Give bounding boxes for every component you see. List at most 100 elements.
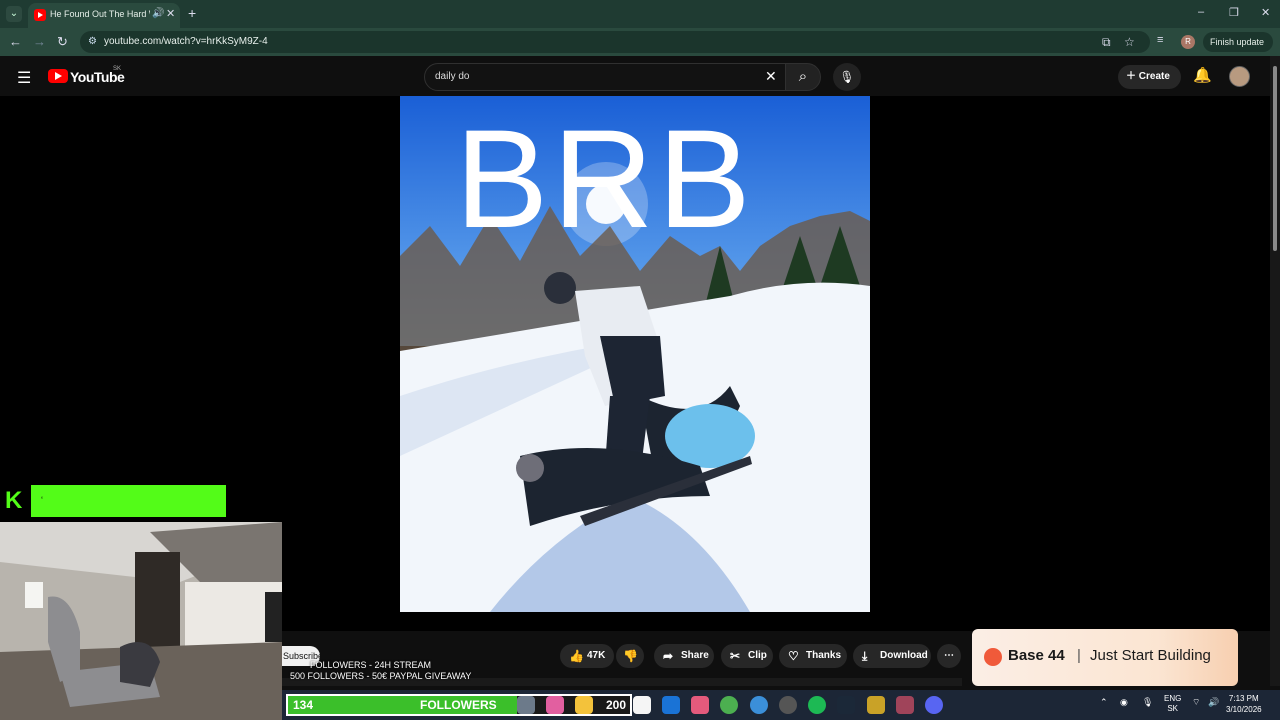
steam-icon[interactable] xyxy=(837,696,855,714)
chrome-icon[interactable] xyxy=(720,696,738,714)
thanks-button[interactable]: ♡ Thanks xyxy=(779,644,847,668)
youtube-header: ☰ YouTube SK daily do ✕ ⌕ 🎙 ＋ Create 🔔 xyxy=(0,56,1270,96)
chrome-profile-icon[interactable] xyxy=(750,696,768,714)
brb-overlay-text: BRB xyxy=(455,100,755,257)
volume-icon[interactable]: 🔊 xyxy=(1208,697,1219,708)
clear-search-icon[interactable]: ✕ xyxy=(765,68,777,85)
new-tab-icon[interactable]: + xyxy=(188,5,196,21)
obs-icon[interactable] xyxy=(779,696,797,714)
ad-tagline: Just Start Building xyxy=(1090,647,1211,664)
clock-date: 3/10/2026 xyxy=(1226,705,1262,714)
download-button[interactable]: ⤓ Download xyxy=(853,644,931,668)
reading-list-icon[interactable]: ≡ xyxy=(1157,34,1163,46)
bookmark-star-icon[interactable]: ☆ xyxy=(1124,35,1135,49)
outlook-icon[interactable] xyxy=(662,696,680,714)
minimize-icon[interactable]: – xyxy=(1198,6,1204,18)
search-icon: ⌕ xyxy=(798,68,808,85)
youtube-logo-icon[interactable] xyxy=(48,69,68,83)
thumbs-up-icon: 👍 xyxy=(569,649,584,663)
share-label: Share xyxy=(681,650,709,661)
goal-line-2: 500 FOLLOWERS - 50€ PAYPAL GIVEAWAY xyxy=(290,671,472,681)
thanks-label: Thanks xyxy=(806,650,842,661)
profile-avatar[interactable]: R xyxy=(1181,35,1195,49)
spotify-icon[interactable] xyxy=(808,696,826,714)
calendar-app-icon[interactable] xyxy=(633,696,651,714)
page-scrollbar[interactable] xyxy=(1270,56,1280,686)
wifi-icon[interactable]: ⌔ xyxy=(1192,697,1200,708)
clip-label: Clip xyxy=(748,650,767,661)
account-avatar[interactable] xyxy=(1229,66,1250,87)
tray-app-icon[interactable]: ◉ xyxy=(1120,697,1128,708)
screen: ⌄ He Found Out The Hard W 🔊 ✕ + – ❐ ✕ ← … xyxy=(0,0,1280,720)
site-info-icon[interactable]: ⚙ xyxy=(88,36,97,47)
browser-toolbar: ← → ↻ ⚙ youtube.com/watch?v=hrKkSyM9Z-4 … xyxy=(0,28,1280,67)
follower-current: 134 xyxy=(293,698,314,712)
language-indicator[interactable]: ENG SK xyxy=(1164,694,1181,714)
tab-close-icon[interactable]: ✕ xyxy=(166,7,175,20)
finish-update-button[interactable]: Finish update ⋮ xyxy=(1203,32,1273,67)
valorant-icon[interactable] xyxy=(896,696,914,714)
copilot-icon[interactable] xyxy=(546,696,564,714)
task-view-icon[interactable] xyxy=(517,696,535,714)
clock-time: 7:13 PM xyxy=(1228,694,1259,703)
tab-title: He Found Out The Hard W xyxy=(50,9,150,19)
browser-tab[interactable]: He Found Out The Hard W 🔊 ✕ xyxy=(28,3,180,28)
webcam-overlay xyxy=(0,522,282,720)
tab-search-icon[interactable]: ⌄ xyxy=(6,6,22,22)
like-count: 47K xyxy=(587,650,606,661)
goal-line-1: FOLLOWERS - 24H STREAM xyxy=(310,660,432,670)
youtube-favicon-icon xyxy=(34,9,46,21)
discord-icon[interactable] xyxy=(925,696,943,714)
dislike-button[interactable]: 👎 xyxy=(616,644,644,668)
plus-icon: ＋ xyxy=(1126,71,1136,82)
create-button[interactable]: ＋ Create xyxy=(1118,65,1181,89)
forward-icon[interactable]: → xyxy=(33,34,46,49)
kick-chat-bar: ‘ xyxy=(31,485,226,517)
microphone-tray-icon[interactable]: 🎙 xyxy=(1142,697,1153,708)
follower-goal-target: 200 xyxy=(606,698,627,712)
download-icon: ⤓ xyxy=(862,649,868,663)
follower-goals: FOLLOWERS - 24H STREAM 500 FOLLOWERS - 5… xyxy=(290,660,471,682)
search-value[interactable]: daily do xyxy=(435,71,469,82)
download-label: Download xyxy=(880,650,928,661)
kick-logo-icon: K xyxy=(5,487,23,514)
more-actions-button[interactable]: ⋯ xyxy=(937,644,961,668)
clip-button[interactable]: ✂ Clip xyxy=(721,644,773,668)
region-code: SK xyxy=(1167,704,1178,713)
country-code: SK xyxy=(113,66,122,72)
language-code: ENG xyxy=(1164,694,1182,703)
share-button[interactable]: ➦ Share xyxy=(654,644,714,668)
url-text[interactable]: youtube.com/watch?v=hrKkSyM9Z-4 xyxy=(104,36,268,47)
voice-search-icon[interactable]: 🎙 xyxy=(833,63,861,91)
finish-update-label: Finish update xyxy=(1210,37,1265,47)
follower-label: FOLLOWERS xyxy=(420,698,497,712)
restore-icon[interactable]: ❐ xyxy=(1229,6,1239,19)
search-button[interactable]: ⌕ xyxy=(785,63,821,91)
speaker-icon[interactable]: 🔊 xyxy=(152,8,164,19)
browser-tab-bar: ⌄ He Found Out The Hard W 🔊 ✕ + – ❐ ✕ xyxy=(0,0,1280,28)
tray-overflow-icon[interactable]: ⌃ xyxy=(1100,697,1108,708)
scrollbar-thumb[interactable] xyxy=(1273,66,1277,251)
game-app-icon[interactable] xyxy=(867,696,885,714)
more-icon: ⋯ xyxy=(944,650,954,661)
base44-logo-icon xyxy=(984,648,1002,666)
window-close-icon[interactable]: ✕ xyxy=(1261,6,1270,19)
thanks-icon: ♡ xyxy=(788,649,799,663)
install-app-icon[interactable]: ⧉ xyxy=(1102,35,1111,50)
like-button[interactable]: 👍 47K xyxy=(560,644,614,668)
search-input[interactable]: daily do ✕ xyxy=(424,63,789,91)
create-label: Create xyxy=(1138,71,1170,82)
mail-app-icon[interactable] xyxy=(691,696,709,714)
back-icon[interactable]: ← xyxy=(9,34,22,49)
thumbs-down-icon: 👎 xyxy=(623,649,638,663)
menu-icon[interactable]: ☰ xyxy=(17,68,31,88)
ad-banner[interactable]: Base 44 | Just Start Building xyxy=(972,629,1238,686)
kick-chat-text: ‘ xyxy=(41,495,43,505)
notifications-bell-icon[interactable]: 🔔 xyxy=(1193,66,1212,84)
reload-icon[interactable]: ↻ xyxy=(57,34,68,50)
address-bar[interactable]: ⚙ youtube.com/watch?v=hrKkSyM9Z-4 ⧉ ☆ xyxy=(80,31,1150,53)
scissors-icon: ✂ xyxy=(730,649,741,663)
file-explorer-icon[interactable] xyxy=(575,696,593,714)
taskbar-clock[interactable]: 7:13 PM 3/10/2026 xyxy=(1226,693,1262,715)
ad-separator: | xyxy=(1077,647,1081,664)
